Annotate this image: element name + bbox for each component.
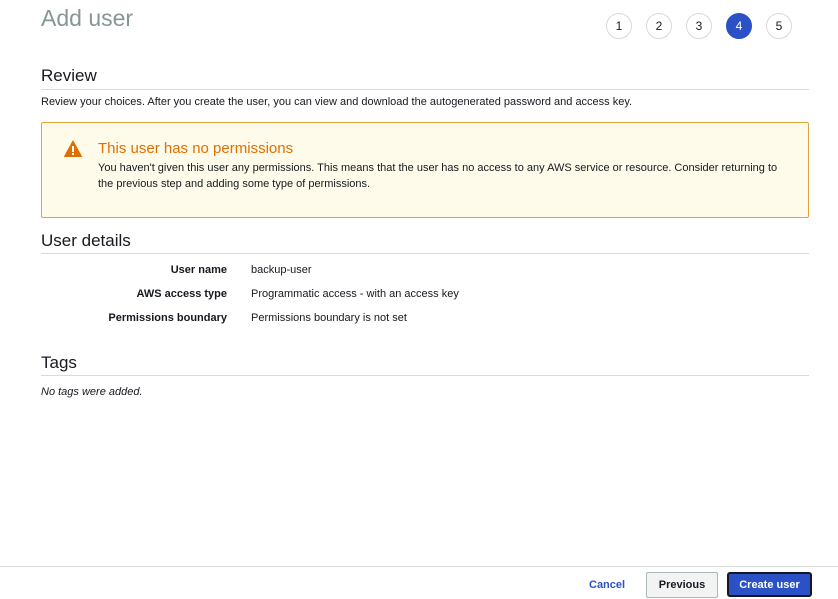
step-2[interactable]: 2 [646, 13, 672, 39]
review-heading: Review [41, 66, 97, 85]
detail-row-access-type: AWS access type Programmatic access - wi… [41, 288, 809, 302]
page-title: Add user [41, 5, 134, 31]
create-user-button[interactable]: Create user [727, 572, 812, 597]
no-permissions-alert: This user has no permissions You haven't… [41, 122, 809, 218]
review-divider [41, 89, 809, 90]
previous-button[interactable]: Previous [646, 572, 718, 598]
detail-label: AWS access type [136, 288, 228, 300]
detail-label: User name [170, 264, 227, 276]
warning-icon [64, 140, 82, 157]
alert-body: You haven't given this user any permissi… [98, 162, 778, 190]
detail-row-user-name: User name backup-user [41, 264, 809, 278]
review-description: Review your choices. After you create th… [41, 96, 633, 108]
detail-label: Permissions boundary [108, 312, 227, 324]
step-5[interactable]: 5 [766, 13, 792, 39]
add-user-page: Add user 1 2 3 4 5 Review Review your ch… [0, 0, 838, 599]
detail-value: Permissions boundary is not set [251, 312, 407, 324]
step-1[interactable]: 1 [606, 13, 632, 39]
step-4[interactable]: 4 [726, 13, 752, 39]
tags-divider [41, 375, 809, 376]
detail-value: backup-user [251, 264, 312, 276]
cancel-button[interactable]: Cancel [585, 574, 629, 596]
wizard-steps: 1 2 3 4 5 [606, 13, 792, 39]
user-details-divider [41, 253, 809, 254]
footer-divider [0, 566, 838, 567]
no-tags-text: No tags were added. [41, 386, 143, 398]
user-details-heading: User details [41, 231, 131, 250]
alert-title: This user has no permissions [98, 140, 294, 157]
tags-heading: Tags [41, 353, 77, 372]
detail-value: Programmatic access - with an access key [251, 288, 459, 300]
detail-row-permissions-boundary: Permissions boundary Permissions boundar… [41, 312, 809, 326]
step-3[interactable]: 3 [686, 13, 712, 39]
